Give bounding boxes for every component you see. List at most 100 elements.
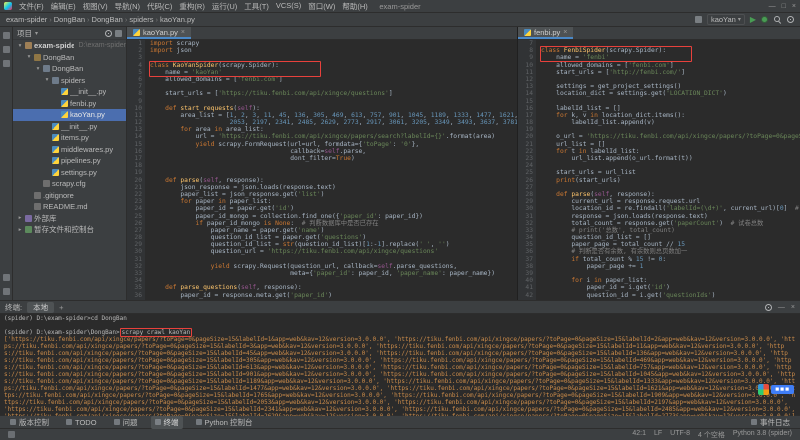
menu-item[interactable]: 重构(R)	[176, 1, 207, 12]
minimize-toolwindow-icon[interactable]: —	[778, 304, 785, 311]
tree-collapse-icon[interactable]: ▾	[17, 43, 23, 49]
project-toolwindow-icon[interactable]	[2, 32, 10, 39]
collapse-all-icon[interactable]	[115, 29, 122, 37]
chevron-down-icon[interactable]: ▾	[35, 30, 38, 37]
build-hammer-icon[interactable]	[694, 16, 702, 23]
menu-item[interactable]: 帮助(H)	[339, 1, 370, 12]
new-terminal-button[interactable]: +	[59, 303, 63, 312]
editor-tab-kaoyan[interactable]: kaoYan.py ×	[127, 27, 191, 39]
menu-item[interactable]: 代码(C)	[144, 1, 175, 12]
breadcrumb-item[interactable]: exam-spider	[6, 15, 47, 24]
close-toolwindow-icon[interactable]: ×	[791, 304, 795, 311]
terminal-body[interactable]: (spider) D:\exam-spider>cd DongBan (spide…	[0, 314, 800, 416]
terminal-settings-gear-icon[interactable]	[764, 303, 772, 311]
code-line: 11 start_urls = ['http://fenbi.com/']	[518, 69, 800, 76]
line-number: 13	[525, 83, 533, 91]
project-panel: 项目 ▾ ▾exam-spiderD:\exam-spider▾DongBan▾…	[13, 27, 127, 300]
code-area[interactable]: 7 8 class FenbiSpider(scrapy.Spider): 9 nam…	[518, 40, 800, 300]
code-line: 31	[127, 256, 517, 263]
tree-expand-icon[interactable]: ▸	[17, 227, 23, 233]
toolwindow-switcher-icon[interactable]	[8, 431, 15, 438]
tree-item[interactable]: .gitignore	[13, 190, 126, 202]
run-button[interactable]: ▶	[750, 15, 756, 24]
code-line: 28 def parse(self, response):	[518, 191, 800, 198]
tree-item-label: README.md	[43, 202, 88, 212]
close-tab-icon[interactable]: ×	[181, 29, 185, 36]
line-number: 13	[134, 126, 142, 134]
menu-item[interactable]: 视图(V)	[80, 1, 111, 12]
breadcrumb-item[interactable]: DongBan	[54, 15, 85, 24]
breadcrumb-item[interactable]: kaoYan.py	[160, 15, 195, 24]
code-line: 22 for t in labelId_list:	[518, 148, 800, 155]
tree-item[interactable]: ▾ spiders	[13, 75, 126, 87]
menu-item[interactable]: 文件(F)	[16, 1, 47, 12]
terminal-session-tab[interactable]: 本地	[27, 301, 55, 313]
code-area[interactable]: 1 import scrapy 2 import json 3 4 class KaoYan…	[127, 40, 517, 300]
tree-item[interactable]: ▾ DongBan	[13, 52, 126, 64]
favorites-toolwindow-icon[interactable]	[2, 60, 10, 67]
tree-item[interactable]: fenbi.py	[13, 98, 126, 110]
status-item[interactable]: LF	[654, 430, 662, 440]
editor-tab-fenbi[interactable]: fenbi.py ×	[518, 27, 574, 39]
line-number: 38	[525, 262, 533, 270]
close-tab-icon[interactable]: ×	[563, 29, 567, 36]
close-window-button[interactable]: ×	[792, 3, 796, 10]
tree-item[interactable]: ▸ 暂存文件和控制台	[13, 224, 126, 236]
problems-toolwindow-icon[interactable]	[2, 274, 10, 281]
minimize-window-button[interactable]: —	[769, 3, 776, 10]
tree-item[interactable]: items.py	[13, 132, 126, 144]
code-line: 24 paper_id = paper.get('id')	[127, 205, 517, 212]
code-text: def start_requests(self):	[165, 104, 260, 112]
search-icon[interactable]	[773, 15, 782, 24]
menu-item[interactable]: 工具(T)	[241, 1, 272, 12]
todo-toolwindow-icon[interactable]	[2, 288, 10, 295]
tree-item[interactable]: ▾ exam-spider D:\exam-spider	[13, 40, 126, 52]
status-item[interactable]: Python 3.8 (spider)	[733, 430, 792, 440]
line-number: 14	[134, 133, 142, 141]
tree-item[interactable]: scrapy.cfg	[13, 178, 126, 190]
toolwindow-button[interactable]: TODO	[62, 416, 101, 429]
status-item[interactable]: UTF-8	[670, 430, 690, 440]
toolwindow-button[interactable]: 终端	[150, 415, 183, 429]
toolwindow-button[interactable]: 事件日志	[747, 416, 794, 429]
status-item[interactable]: 42:1	[632, 430, 646, 440]
status-item[interactable]: 4 个空格	[698, 430, 725, 440]
run-config-select[interactable]: kaoYan ▾	[706, 14, 745, 25]
tree-item[interactable]: kaoYan.py	[13, 109, 126, 121]
tree-item[interactable]: ▾ DongBan	[13, 63, 126, 75]
tree-item[interactable]: README.md	[13, 201, 126, 213]
breadcrumb-item[interactable]: spiders	[129, 15, 153, 24]
toolwindow-bar-left: 版本控制 TODO 问题 终端 Python 控制台	[6, 415, 257, 429]
line-number: 27	[134, 226, 142, 234]
line-number: 30	[134, 248, 142, 256]
tree-item[interactable]: settings.py	[13, 167, 126, 179]
code-line: 15	[518, 98, 800, 105]
tree-item[interactable]: pipelines.py	[13, 155, 126, 167]
breadcrumb-item[interactable]: DongBan	[92, 15, 123, 24]
menu-item[interactable]: 编辑(E)	[48, 1, 79, 12]
debug-button[interactable]	[761, 16, 768, 23]
menu-item[interactable]: 导航(N)	[112, 1, 143, 12]
settings-gear-icon[interactable]	[787, 16, 794, 23]
tree-item[interactable]: middlewares.py	[13, 144, 126, 156]
toolwindow-button[interactable]: Python 控制台	[192, 416, 257, 429]
structure-toolwindow-icon[interactable]	[2, 46, 10, 53]
tree-collapse-icon[interactable]: ▾	[26, 54, 32, 60]
project-settings-gear-icon[interactable]	[105, 29, 112, 37]
tree-collapse-icon[interactable]: ▾	[35, 66, 41, 72]
menu-item[interactable]: 窗口(W)	[305, 1, 338, 12]
tree-item[interactable]: __init__.py	[13, 86, 126, 98]
tree-item[interactable]: __init__.py	[13, 121, 126, 133]
code-text: total_count = response.get('paperCount')…	[541, 219, 764, 227]
tree-item[interactable]: ▸ 外部库	[13, 213, 126, 225]
menu-item[interactable]: 运行(U)	[209, 1, 240, 12]
toolwindow-button[interactable]: 版本控制	[6, 416, 53, 429]
menu-item[interactable]: VCS(S)	[273, 1, 304, 12]
tree-expand-icon[interactable]: ▸	[17, 215, 23, 221]
maximize-window-button[interactable]: □	[782, 3, 786, 10]
tree-collapse-icon[interactable]: ▾	[44, 77, 50, 83]
toolwindow-button[interactable]: 问题	[110, 416, 142, 429]
